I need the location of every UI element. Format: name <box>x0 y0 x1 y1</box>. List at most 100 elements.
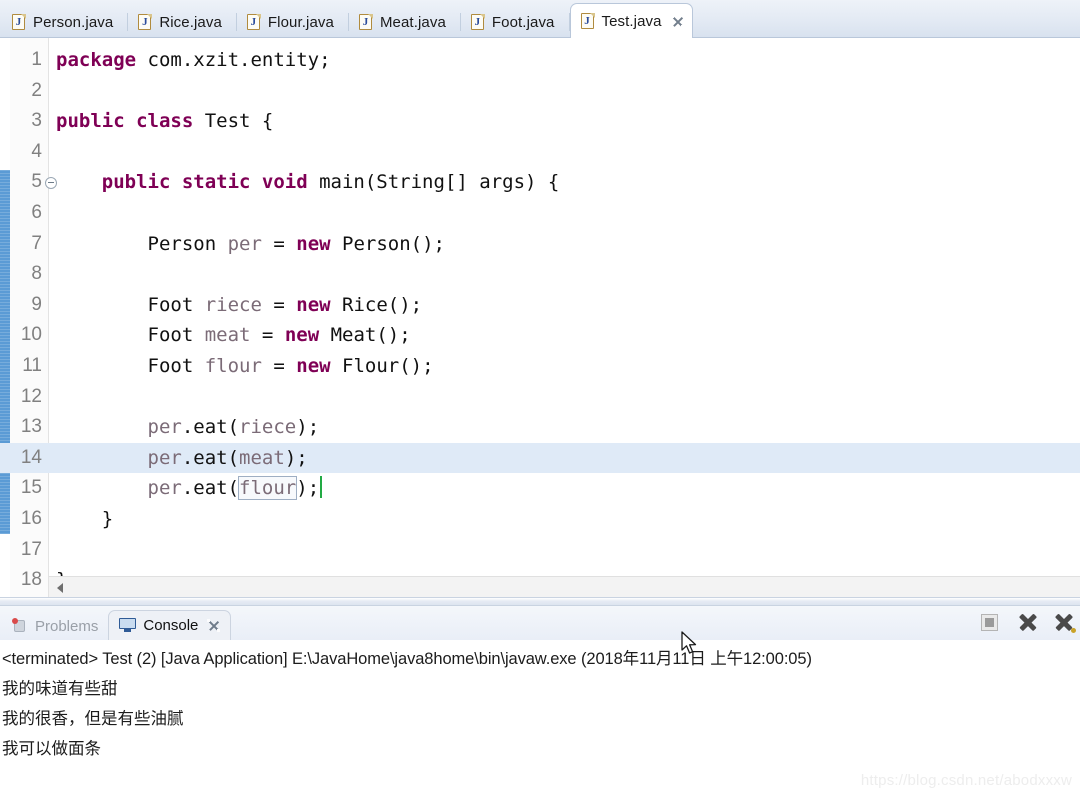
code-token: package <box>56 49 137 71</box>
line-number: 12 <box>20 385 42 407</box>
code-token: Person <box>56 232 228 255</box>
editor-tab-flour-java[interactable]: J Flour.java <box>237 6 348 38</box>
code-line[interactable]: 6 <box>0 198 1080 229</box>
code-line-text: } <box>56 504 113 535</box>
code-line[interactable]: 3 public class Test { <box>0 106 1080 137</box>
code-token: Foot <box>56 293 205 316</box>
code-line[interactable]: 8 <box>0 259 1080 290</box>
code-line-text: Foot riece = new Rice(); <box>56 290 423 321</box>
line-number: 9 <box>31 293 42 315</box>
code-editor[interactable]: 1 package com.xzit.entity; 2 3 public class … <box>0 38 1080 597</box>
stop-square-inner-icon <box>985 618 994 627</box>
code-token: } <box>56 507 114 530</box>
editor-tab-label: Foot.java <box>491 13 555 31</box>
console-output-lines: 我的味道有些甜 我的很香，但是有些油腻 我可以做面条 <box>0 674 1080 764</box>
close-icon[interactable] <box>670 15 684 28</box>
line-number: 4 <box>31 140 42 162</box>
console-toolbar <box>978 610 1080 634</box>
code-line[interactable]: 7 Person per = new Person(); <box>0 229 1080 260</box>
line-number: 17 <box>20 538 42 560</box>
code-line[interactable]: 17 <box>0 535 1080 566</box>
code-token: per <box>147 477 182 500</box>
code-line-text: public class Test { <box>56 106 273 137</box>
code-token: riece <box>239 416 297 439</box>
java-file-icon: J <box>246 13 261 31</box>
code-line-text: per.eat(meat); <box>56 443 308 474</box>
code-token: Flour(); <box>330 354 434 377</box>
code-token: flour <box>238 476 298 501</box>
code-line-text: Foot flour = new Flour(); <box>56 351 434 382</box>
code-token: new <box>284 324 320 347</box>
code-text-area[interactable]: 1 package com.xzit.entity; 2 3 public class … <box>0 45 1080 596</box>
code-token: Rice(); <box>330 293 423 316</box>
console-output-line: 我可以做面条 <box>2 740 101 758</box>
code-line[interactable]: 14 per.eat(meat); <box>0 442 1080 474</box>
text-caret <box>320 476 323 499</box>
code-token: = <box>261 293 297 316</box>
console-tab-label: Problems <box>35 617 99 635</box>
console-monitor-icon <box>119 618 137 633</box>
code-line[interactable]: 13 per.eat(riece); <box>0 412 1080 443</box>
code-line[interactable]: 5 public static void main(String[] args)… <box>0 167 1080 198</box>
editor-tab-label: Flour.java <box>267 13 334 31</box>
watermark-text: https://blog.csdn.net/abodxxxw <box>860 772 1072 789</box>
editor-tab-test-java[interactable]: J Test.java <box>569 3 693 39</box>
line-number: 10 <box>20 324 42 346</box>
close-icon[interactable] <box>207 619 221 632</box>
code-token: = <box>250 324 285 347</box>
console-tab-problems[interactable]: Problems <box>2 612 108 640</box>
java-file-icon: J <box>470 13 485 31</box>
code-token: Person(); <box>330 232 445 255</box>
editor-tab-bar: J Person.java J Rice.java J Flour.java J Meat.j… <box>0 0 1080 39</box>
code-line[interactable]: 12 <box>0 382 1080 413</box>
panel-divider-sash[interactable] <box>0 597 1080 606</box>
editor-tab-person-java[interactable]: J Person.java <box>2 6 127 38</box>
code-line[interactable]: 16 } <box>0 504 1080 535</box>
code-token: ); <box>296 416 320 439</box>
java-file-icon: J <box>358 13 373 31</box>
code-token: meat <box>239 446 285 469</box>
code-token: Foot <box>56 354 205 377</box>
remove-launch-button[interactable] <box>1016 610 1040 634</box>
line-number: 5 <box>31 171 42 193</box>
code-line[interactable]: 1 package com.xzit.entity; <box>0 45 1080 76</box>
editor-tab-rice-java[interactable]: J Rice.java <box>128 6 236 38</box>
java-file-icon: J <box>138 13 153 31</box>
line-number: 6 <box>31 201 42 223</box>
code-token: = <box>261 354 297 377</box>
editor-tab-list: J Person.java J Rice.java J Flour.java J Meat.j… <box>0 0 1080 39</box>
line-number: 16 <box>20 507 42 529</box>
editor-tab-label: Meat.java <box>379 13 446 31</box>
console-tab-label: Console <box>143 617 199 634</box>
code-line[interactable]: 15 per.eat(flour); <box>0 473 1080 504</box>
console-tab-list: Problems Console <box>0 606 1080 640</box>
line-number: 8 <box>31 263 42 285</box>
editor-tab-foot-java[interactable]: J Foot.java <box>461 6 569 38</box>
line-number: 7 <box>31 232 42 254</box>
code-token: .eat( <box>181 477 240 500</box>
code-line[interactable]: 9 Foot riece = new Rice(); <box>0 290 1080 321</box>
code-line-text: public static void main(String[] args) { <box>56 167 560 198</box>
scroll-left-arrow-icon[interactable] <box>57 583 63 593</box>
terminate-button[interactable] <box>978 610 1002 634</box>
code-line[interactable]: 4 <box>0 137 1080 168</box>
code-token: riece <box>204 293 262 316</box>
editor-horizontal-scrollbar[interactable] <box>49 576 1080 597</box>
code-line[interactable]: 2 <box>0 76 1080 107</box>
code-token: new <box>296 354 331 377</box>
java-file-icon: J <box>12 13 26 31</box>
editor-tab-meat-java[interactable]: J Meat.java <box>349 6 460 38</box>
code-line[interactable]: 11 Foot flour = new Flour(); <box>0 351 1080 382</box>
code-token: meat <box>204 324 251 347</box>
console-tab-console[interactable]: Console <box>108 610 232 640</box>
console-tab-bar: Problems Console <box>0 606 1080 640</box>
code-token: ); <box>296 477 320 500</box>
code-line[interactable]: 10 Foot meat = new Meat(); <box>0 320 1080 351</box>
code-token: new <box>296 293 331 316</box>
code-token: ); <box>284 446 308 469</box>
console-output-line: 我的味道有些甜 <box>2 680 118 698</box>
remove-all-terminated-button[interactable] <box>1054 610 1078 634</box>
